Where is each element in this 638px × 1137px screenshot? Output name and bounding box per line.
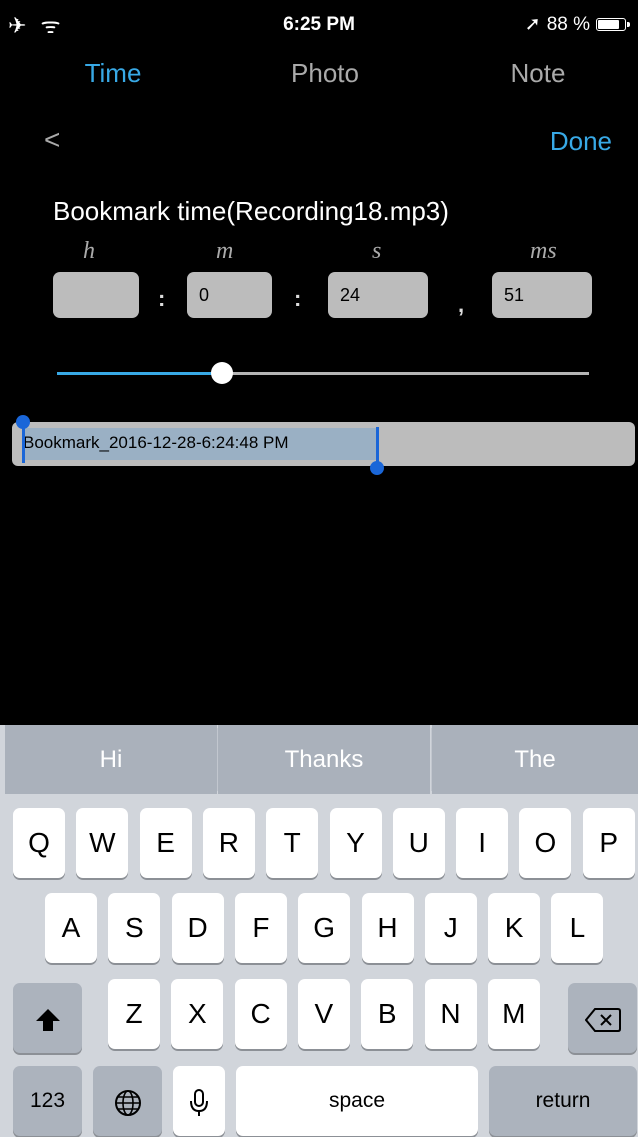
key-x[interactable]: X [171, 979, 224, 1049]
separator: : [158, 286, 166, 311]
unit-ms-label: ms [530, 238, 557, 264]
seconds-field[interactable]: 24 [328, 272, 428, 318]
key-g[interactable]: G [298, 893, 351, 963]
key-y[interactable]: Y [329, 808, 382, 878]
done-button[interactable]: Done [550, 126, 612, 157]
key-k[interactable]: K [488, 893, 541, 963]
battery-icon [596, 18, 630, 31]
key-z[interactable]: Z [108, 979, 160, 1049]
tab-note[interactable]: Note [463, 58, 613, 89]
key-q[interactable]: Q [13, 808, 65, 878]
selection-end-caret[interactable] [376, 427, 379, 463]
delete-key[interactable] [568, 983, 637, 1053]
space-key[interactable]: space [236, 1066, 478, 1136]
key-j[interactable]: J [424, 893, 477, 963]
hours-field[interactable] [53, 272, 139, 318]
dictation-key[interactable] [173, 1066, 225, 1136]
key-l[interactable]: L [551, 893, 604, 963]
key-i[interactable]: I [456, 808, 509, 878]
status-right: ➚ 88 % [524, 13, 630, 36]
selection-end-handle[interactable] [370, 461, 384, 475]
key-n[interactable]: N [424, 979, 477, 1049]
separator: , [458, 292, 465, 317]
microphone-icon [190, 1088, 208, 1116]
key-c[interactable]: C [234, 979, 287, 1049]
key-e[interactable]: E [139, 808, 192, 878]
unit-seconds-label: s [372, 238, 382, 264]
key-d[interactable]: D [171, 893, 224, 963]
key-h[interactable]: H [361, 893, 414, 963]
key-o[interactable]: O [519, 808, 572, 878]
suggestion-thanks[interactable]: Thanks [218, 725, 430, 794]
shift-icon [35, 1008, 60, 1031]
tab-time[interactable]: Time [38, 58, 188, 89]
bookmark-name-text: Bookmark_2016-12-28-6:24:48 PM [23, 433, 289, 452]
unit-minutes-label: m [216, 238, 234, 264]
key-w[interactable]: W [76, 808, 129, 878]
location-icon: ➚ [524, 14, 541, 35]
back-button[interactable]: < [44, 124, 60, 156]
slider-track[interactable] [222, 372, 589, 375]
separator: : [294, 286, 302, 311]
return-key[interactable]: return [489, 1066, 637, 1136]
unit-hours-label: h [83, 238, 95, 264]
numbers-key[interactable]: 123 [13, 1066, 82, 1136]
backspace-icon [584, 1007, 621, 1032]
slider-thumb[interactable] [211, 362, 233, 384]
milliseconds-field[interactable]: 51 [492, 272, 592, 318]
minutes-field[interactable]: 0 [187, 272, 272, 318]
battery-percent: 88 % [546, 13, 590, 35]
shift-key[interactable] [13, 983, 82, 1053]
suggestion-the[interactable]: The [432, 725, 638, 794]
status-bar: ✈ ᯤ 6:25 PM ➚ 88 % [0, 0, 638, 44]
slider-track-filled[interactable] [57, 372, 222, 375]
bookmark-title: Bookmark time(Recording18.mp3) [53, 196, 449, 226]
selection-start-caret[interactable] [22, 427, 25, 463]
key-a[interactable]: A [45, 893, 97, 963]
selection-start-handle[interactable] [16, 415, 30, 429]
tab-photo[interactable]: Photo [250, 58, 400, 89]
key-u[interactable]: U [392, 808, 445, 878]
key-r[interactable]: R [202, 808, 255, 878]
globe-icon [114, 1089, 141, 1116]
key-b[interactable]: B [361, 979, 414, 1049]
key-p[interactable]: P [582, 808, 635, 878]
suggestion-hi[interactable]: Hi [5, 725, 217, 794]
globe-key[interactable] [93, 1066, 162, 1136]
key-t[interactable]: T [266, 808, 319, 878]
key-v[interactable]: V [297, 979, 350, 1049]
key-m[interactable]: M [487, 979, 540, 1049]
key-s[interactable]: S [108, 893, 161, 963]
key-f[interactable]: F [234, 893, 287, 963]
